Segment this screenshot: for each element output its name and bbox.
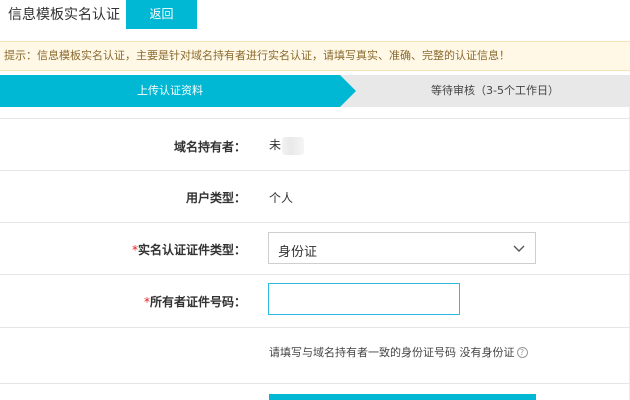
owner-value-text: 未: [269, 138, 282, 152]
id-type-row: *实名认证证件类型： 身份证: [0, 223, 630, 275]
chevron-down-icon: [513, 245, 525, 252]
owner-label: 域名持有者：: [173, 140, 246, 154]
id-number-row: *所有者证件号码：: [0, 275, 630, 328]
id-type-selected: 身份证: [278, 245, 318, 260]
id-number-input[interactable]: [268, 283, 460, 315]
owner-value: 未: [269, 136, 305, 155]
user-type-value: 个人: [269, 191, 294, 205]
step-upload: 上传认证资料: [137, 84, 203, 97]
id-type-label: 实名认证证件类型：: [137, 243, 246, 257]
page-title: 信息模板实名认证: [8, 7, 120, 23]
step-review: 等待审核（3-5个工作日）: [431, 84, 559, 97]
hint-wrap: 请填写与域名持有者一致的身份证号码 没有身份证?: [269, 344, 528, 360]
user-type-row: 用户类型： 个人: [0, 171, 630, 223]
hint-row: 请填写与域名持有者一致的身份证号码 没有身份证?: [0, 328, 630, 384]
user-type-label: 用户类型：: [185, 191, 246, 205]
help-icon[interactable]: ?: [516, 347, 528, 358]
redaction-mask: [282, 136, 305, 155]
id-number-label-wrap: *所有者证件号码：: [144, 293, 246, 310]
page-header: 信息模板实名认证 返回: [0, 0, 630, 30]
id-hint-text: 请填写与域名持有者一致的身份证号码 没有身份证: [269, 346, 515, 359]
id-number-label: 所有者证件号码：: [149, 295, 246, 309]
owner-row: 域名持有者： 未: [0, 118, 630, 171]
tip-banner: 提示：信息模板实名认证，主要是针对域名持有者进行实名认证，请填写真实、准确、完整…: [0, 41, 630, 71]
id-type-select[interactable]: 身份证: [268, 232, 536, 264]
id-type-label-wrap: *实名认证证件类型：: [132, 241, 246, 258]
back-button[interactable]: 返回: [126, 0, 197, 29]
progress-steps: 上传认证资料 等待审核（3-5个工作日）: [0, 75, 630, 107]
submit-button[interactable]: [269, 394, 536, 400]
